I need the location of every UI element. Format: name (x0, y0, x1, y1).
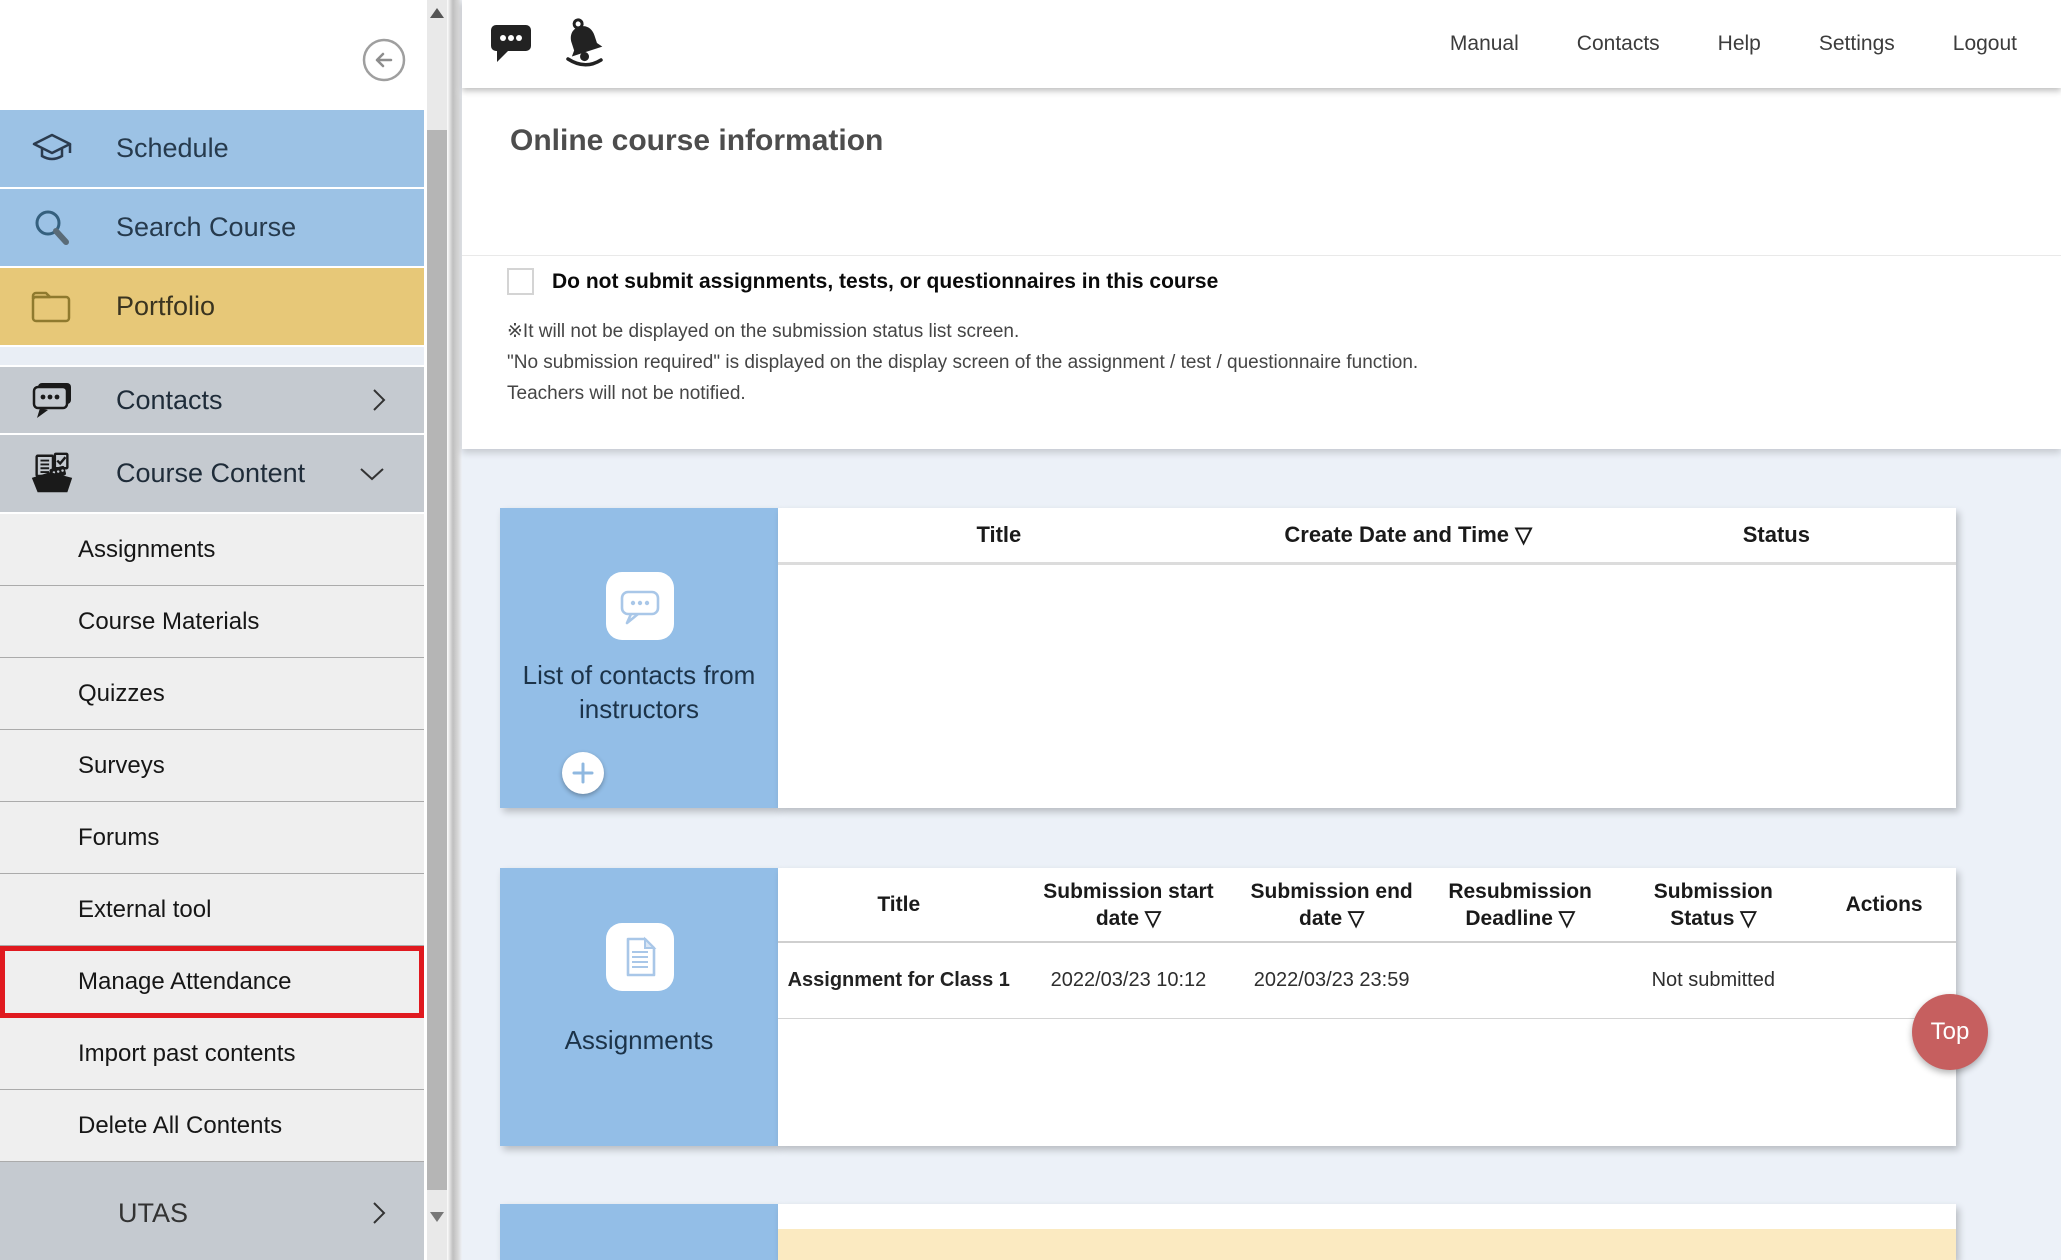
column-header[interactable]: Title (778, 522, 1220, 548)
cell-submission-status: Not submitted (1614, 968, 1812, 993)
panel-label: Assignments (500, 1023, 778, 1057)
contacts-panel-tile[interactable]: List of contacts from instructors (500, 508, 778, 808)
sidebar-item-label: Portfolio (116, 291, 215, 322)
column-header[interactable]: Submission start date ▽ (1019, 878, 1237, 932)
topbar: Manual Contacts Help Settings Logout (462, 0, 2061, 88)
assignments-panel: Assignments TitleSubmission start date ▽… (500, 868, 1956, 1146)
partial-panel-tile[interactable] (500, 1204, 778, 1260)
sidebar-item-schedule[interactable]: Schedule (0, 110, 424, 187)
chevron-right-icon (372, 387, 386, 413)
no-submission-option: Do not submit assignments, tests, or que… (507, 268, 1218, 295)
chevron-down-icon (358, 466, 386, 482)
contacts-table-header: TitleCreate Date and Time ▽Status (778, 508, 1956, 565)
bell-icon[interactable] (558, 15, 610, 74)
add-contact-button[interactable] (562, 752, 604, 794)
notes: ※It will not be displayed on the submiss… (507, 316, 1418, 409)
sidebar-sub-item[interactable]: External tool (0, 874, 424, 946)
column-header[interactable]: Create Date and Time ▽ (1220, 522, 1597, 548)
page-title: Online course information (510, 124, 883, 158)
sidebar-scrollbar[interactable] (427, 0, 447, 1260)
lms-app: Schedule Search Course (0, 0, 2061, 1260)
cell-submission-end: 2022/03/23 23:59 (1237, 968, 1425, 993)
contacts-table: TitleCreate Date and Time ▽Status (778, 508, 1956, 808)
column-header[interactable]: Resubmission Deadline ▽ (1426, 878, 1614, 932)
scrollbar-thumb[interactable] (427, 130, 447, 1190)
sidebar-sub-item[interactable]: Forums (0, 802, 424, 874)
assignments-table: TitleSubmission start date ▽Submission e… (778, 868, 1956, 1146)
topbar-link[interactable]: Settings (1819, 32, 1895, 56)
sidebar-header (0, 0, 424, 110)
sidebar-item-label: Contacts (116, 385, 223, 416)
course-info-section: Online course information Do not submit … (462, 88, 2061, 449)
sidebar: Schedule Search Course (0, 0, 462, 1260)
sidebar-item-label: Course Content (116, 458, 305, 489)
sidebar-sub-item[interactable]: Import past contents (0, 1018, 424, 1090)
scroll-down-arrow-icon[interactable] (430, 1212, 444, 1222)
sidebar-sub-item[interactable]: Delete All Contents (0, 1090, 424, 1162)
scroll-to-top-button[interactable]: Top (1912, 994, 1988, 1070)
document-icon (606, 923, 674, 991)
section-divider (462, 255, 2061, 256)
column-header[interactable]: Submission Status ▽ (1614, 878, 1812, 932)
sidebar-item-course-content[interactable]: Course Content (0, 435, 424, 512)
topbar-link[interactable]: Logout (1953, 32, 2017, 56)
sidebar-item-label: UTAS (118, 1198, 188, 1229)
chevron-right-icon (372, 1200, 386, 1226)
checkbox-label: Do not submit assignments, tests, or que… (552, 270, 1218, 294)
assignments-table-body: Assignment for Class 1 2022/03/23 10:12 … (778, 943, 1956, 1019)
sidebar-sub-items: Assignments Course Materials Quizzes Sur… (0, 514, 424, 1162)
sidebar-divider (447, 0, 462, 1260)
topbar-link[interactable]: Manual (1450, 32, 1519, 56)
column-header[interactable]: Status (1597, 522, 1956, 548)
cell-title[interactable]: Assignment for Class 1 (778, 968, 1019, 993)
assignments-panel-tile[interactable]: Assignments (500, 868, 778, 1146)
sidebar-item-search-course[interactable]: Search Course (0, 189, 424, 266)
column-header[interactable]: Actions (1812, 891, 1956, 918)
sidebar-sub-item[interactable]: Assignments (0, 514, 424, 586)
folder-icon (28, 287, 76, 327)
magnifier-icon (28, 206, 76, 250)
speech-bubble-icon (28, 379, 76, 421)
partial-panel-table (778, 1204, 1956, 1260)
speech-bubble-icon (606, 572, 674, 640)
no-submission-checkbox[interactable] (507, 268, 534, 295)
column-header[interactable]: Title (778, 891, 1019, 918)
sidebar-sub-item[interactable]: Surveys (0, 730, 424, 802)
topbar-link[interactable]: Help (1718, 32, 1761, 56)
main-area: Manual Contacts Help Settings Logout Online … (462, 0, 2061, 1260)
partial-row-white (778, 1204, 1956, 1229)
course-box-icon (28, 451, 76, 497)
sidebar-item-label: Search Course (116, 212, 296, 243)
topbar-icons (462, 15, 610, 74)
partial-row-highlighted (778, 1229, 1956, 1260)
cell-submission-start: 2022/03/23 10:12 (1019, 968, 1237, 993)
sidebar-sub-item[interactable]: Manage Attendance (0, 946, 424, 1018)
scroll-up-arrow-icon[interactable] (430, 8, 444, 18)
collapse-sidebar-button[interactable] (360, 36, 408, 84)
contacts-panel: List of contacts from instructors TitleC… (500, 508, 1956, 808)
graduation-cap-icon (28, 129, 76, 169)
partial-panel (500, 1204, 1956, 1260)
note-line: Teachers will not be notified. (507, 378, 1418, 409)
back-arrow-icon (360, 36, 408, 84)
plus-icon (570, 760, 596, 786)
sidebar-item-utas[interactable]: UTAS (0, 1162, 424, 1260)
sidebar-item-portfolio[interactable]: Portfolio (0, 268, 424, 345)
sidebar-item-label: Schedule (116, 133, 229, 164)
note-line: "No submission required" is displayed on… (507, 347, 1418, 378)
topbar-nav: Manual Contacts Help Settings Logout (1450, 32, 2061, 56)
chat-icon[interactable] (488, 20, 534, 69)
sidebar-sub-item[interactable]: Course Materials (0, 586, 424, 658)
sidebar-sub-item[interactable]: Quizzes (0, 658, 424, 730)
topbar-link[interactable]: Contacts (1577, 32, 1660, 56)
panel-label: List of contacts from instructors (500, 658, 778, 726)
assignments-table-header: TitleSubmission start date ▽Submission e… (778, 868, 1956, 943)
note-line: ※It will not be displayed on the submiss… (507, 316, 1418, 347)
assignment-row[interactable]: Assignment for Class 1 2022/03/23 10:12 … (778, 943, 1956, 1019)
sidebar-spacer (0, 347, 424, 365)
sidebar-item-contacts[interactable]: Contacts (0, 367, 424, 433)
column-header[interactable]: Submission end date ▽ (1237, 878, 1425, 932)
